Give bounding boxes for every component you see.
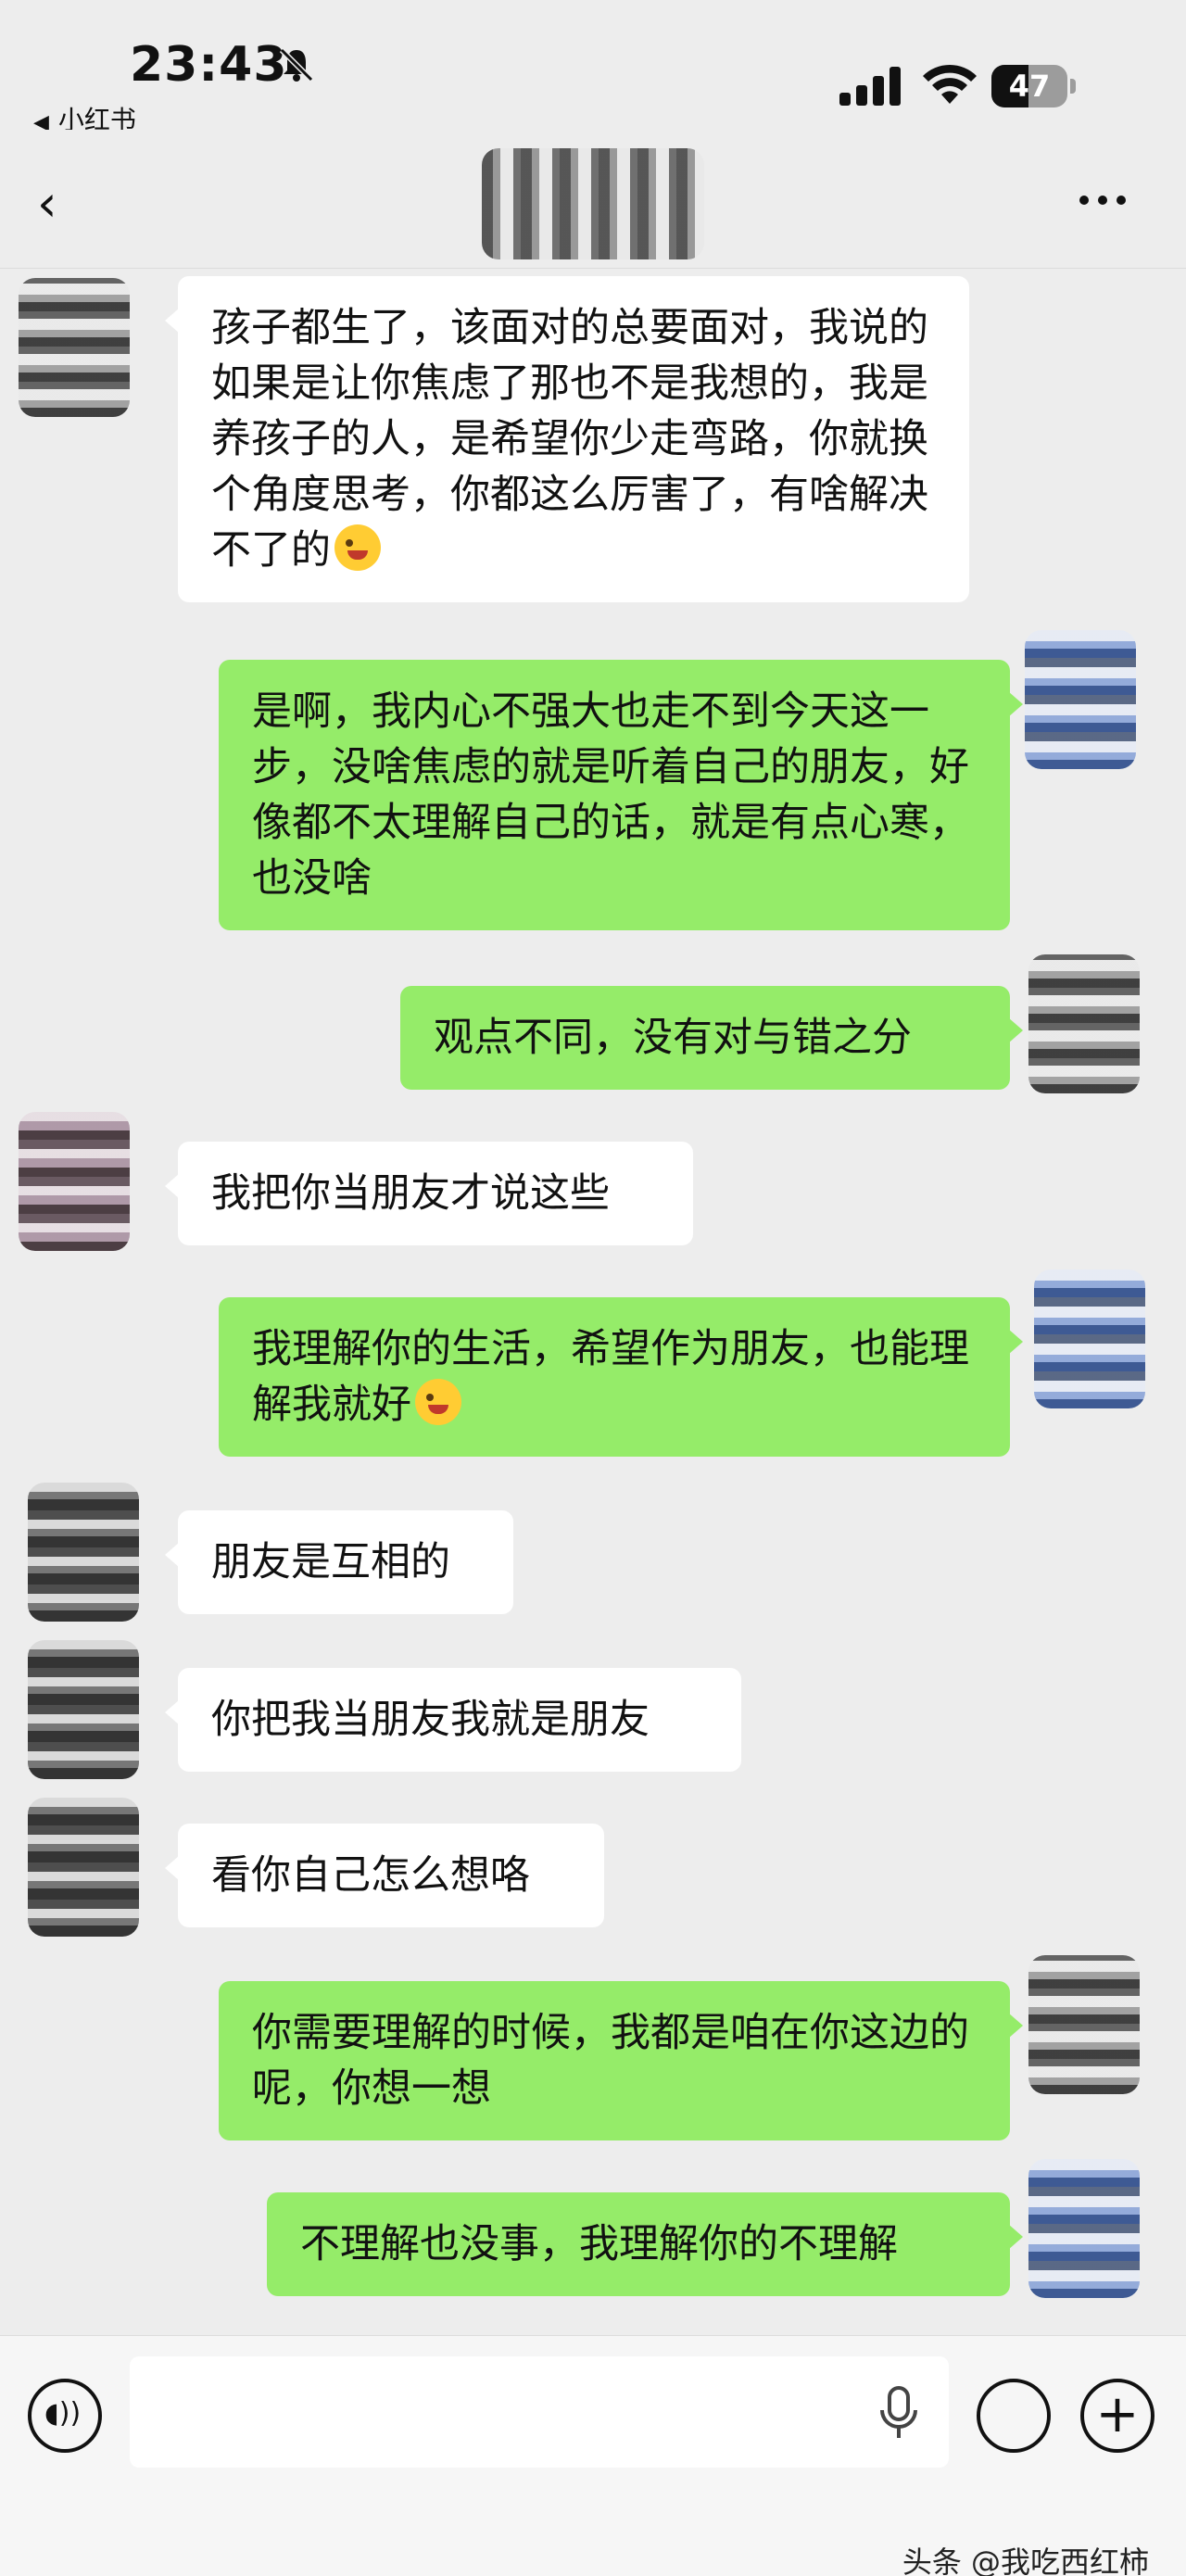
my-avatar[interactable] xyxy=(1028,954,1140,1093)
message-text: 看你自己怎么想咯 xyxy=(211,1852,530,1899)
message-text: 你把我当朋友我就是朋友 xyxy=(211,1697,650,1743)
message-text: 孩子都生了，该面对的总要面对，我说的如果是让你焦虑了那也不是我想的，我是养孩子的… xyxy=(211,305,928,574)
message-text: 你需要理解的时候，我都是咱在你这边的呢，你想一想 xyxy=(252,2010,969,2112)
message-text: 我理解你的生活，希望作为朋友，也能理解我就好 xyxy=(252,1326,969,1428)
message-bubble-outgoing[interactable]: 是啊，我内心不强大也走不到今天这一步，没啥焦虑的就是听着自己的朋友，好像都不太理… xyxy=(219,660,1023,930)
contact-avatar[interactable] xyxy=(19,1112,130,1251)
winking-face-icon xyxy=(415,1379,461,1425)
message-bubble-incoming[interactable]: 朋友是互相的 xyxy=(165,1510,513,1614)
message-text: 我把你当朋友才说这些 xyxy=(211,1170,610,1217)
message-text: 是啊，我内心不强大也走不到今天这一步，没啥焦虑的就是听着自己的朋友，好像都不太理… xyxy=(252,688,969,902)
message-bubble-outgoing[interactable]: 我理解你的生活，希望作为朋友，也能理解我就好 xyxy=(219,1297,1023,1457)
voice-icon[interactable] xyxy=(28,2379,102,2453)
my-avatar[interactable] xyxy=(1028,1955,1140,2094)
message-text: 观点不同，没有对与错之分 xyxy=(434,1015,912,1061)
winking-face-icon xyxy=(334,524,381,571)
contact-avatar[interactable] xyxy=(19,278,130,417)
signal-icon xyxy=(839,67,901,106)
status-bar: 23:43 ◀ 小红书 47 xyxy=(0,0,1186,135)
contact-avatar[interactable] xyxy=(28,1483,139,1622)
battery-icon: 47 xyxy=(991,65,1076,107)
chat-title-obscured xyxy=(482,148,704,259)
watermark: 头条 @我吃西红柿 xyxy=(902,2544,1149,2576)
my-avatar[interactable] xyxy=(1034,1269,1145,1408)
contact-avatar[interactable] xyxy=(28,1640,139,1779)
message-bubble-incoming[interactable]: 看你自己怎么想咯 xyxy=(165,1824,604,1927)
microphone-icon[interactable] xyxy=(878,2386,919,2442)
message-bubble-incoming[interactable]: 我把你当朋友才说这些 xyxy=(165,1142,693,1245)
message-bubble-outgoing[interactable]: 观点不同，没有对与错之分 xyxy=(400,986,1023,1090)
message-bubble-incoming[interactable]: 孩子都生了，该面对的总要面对，我说的如果是让你焦虑了那也不是我想的，我是养孩子的… xyxy=(165,276,969,602)
my-avatar[interactable] xyxy=(1025,630,1136,769)
my-avatar[interactable] xyxy=(1028,2159,1140,2298)
bell-slash-icon xyxy=(279,47,314,82)
more-icon[interactable] xyxy=(1066,182,1140,219)
message-bubble-outgoing[interactable]: 你需要理解的时候，我都是咱在你这边的呢，你想一想 xyxy=(219,1981,1023,2140)
message-bubble-incoming[interactable]: 你把我当朋友我就是朋友 xyxy=(165,1668,741,1772)
status-time: 23:43 xyxy=(130,37,288,93)
emoji-icon[interactable] xyxy=(977,2379,1051,2453)
message-text: 不理解也没事，我理解你的不理解 xyxy=(300,2221,898,2267)
contact-avatar[interactable] xyxy=(28,1798,139,1937)
message-input[interactable] xyxy=(130,2356,949,2468)
wifi-icon xyxy=(923,64,977,104)
chat-header: ‹ xyxy=(0,130,1186,269)
back-icon[interactable]: ‹ xyxy=(37,176,83,232)
battery-level: 47 xyxy=(1008,69,1051,104)
message-text: 朋友是互相的 xyxy=(211,1539,450,1585)
plus-icon[interactable]: + xyxy=(1080,2379,1154,2453)
message-bubble-outgoing[interactable]: 不理解也没事，我理解你的不理解 xyxy=(267,2192,1023,2296)
